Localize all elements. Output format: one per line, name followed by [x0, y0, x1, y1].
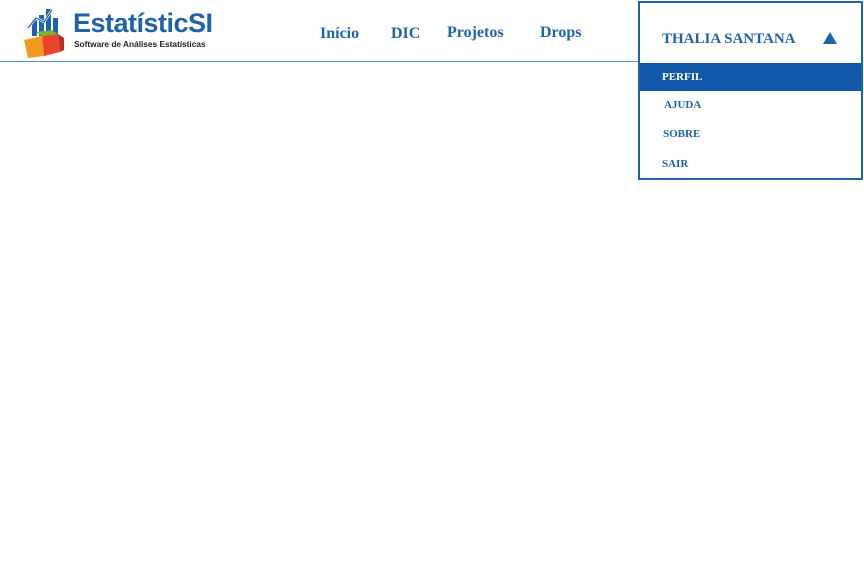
user-name: THALIA SANTANA — [662, 31, 796, 47]
logo-title: EstatísticSI — [73, 8, 213, 38]
menu-item-perfil[interactable]: PERFIL — [640, 63, 861, 91]
nav-item-drops[interactable]: Drops — [540, 23, 582, 43]
nav-item-projetos[interactable]: Projetos — [447, 23, 504, 43]
nav-item-inicio[interactable]: Início — [320, 24, 359, 44]
triangle-up-icon — [823, 32, 837, 44]
menu-item-sobre[interactable]: SOBRE — [640, 120, 861, 148]
menu-item-label: SAIR — [662, 158, 689, 170]
user-menu-toggle[interactable]: THALIA SANTANA — [638, 1, 863, 63]
nav-item-dic[interactable]: DIC — [391, 24, 420, 44]
logo-subtitle: Software de Análises Estatísticas — [74, 39, 206, 49]
user-dropdown-menu: PERFIL AJUDA SOBRE SAIR — [638, 62, 863, 180]
app-logo[interactable]: EstatísticSI Software de Análises Estatí… — [22, 6, 213, 60]
logo-chart-icon — [24, 9, 64, 58]
header-divider — [0, 61, 640, 62]
menu-item-sair[interactable]: SAIR — [640, 150, 861, 178]
menu-item-label: PERFIL — [662, 71, 703, 83]
menu-item-label: AJUDA — [664, 99, 702, 111]
menu-item-ajuda[interactable]: AJUDA — [640, 91, 861, 119]
menu-item-label: SOBRE — [663, 128, 701, 140]
